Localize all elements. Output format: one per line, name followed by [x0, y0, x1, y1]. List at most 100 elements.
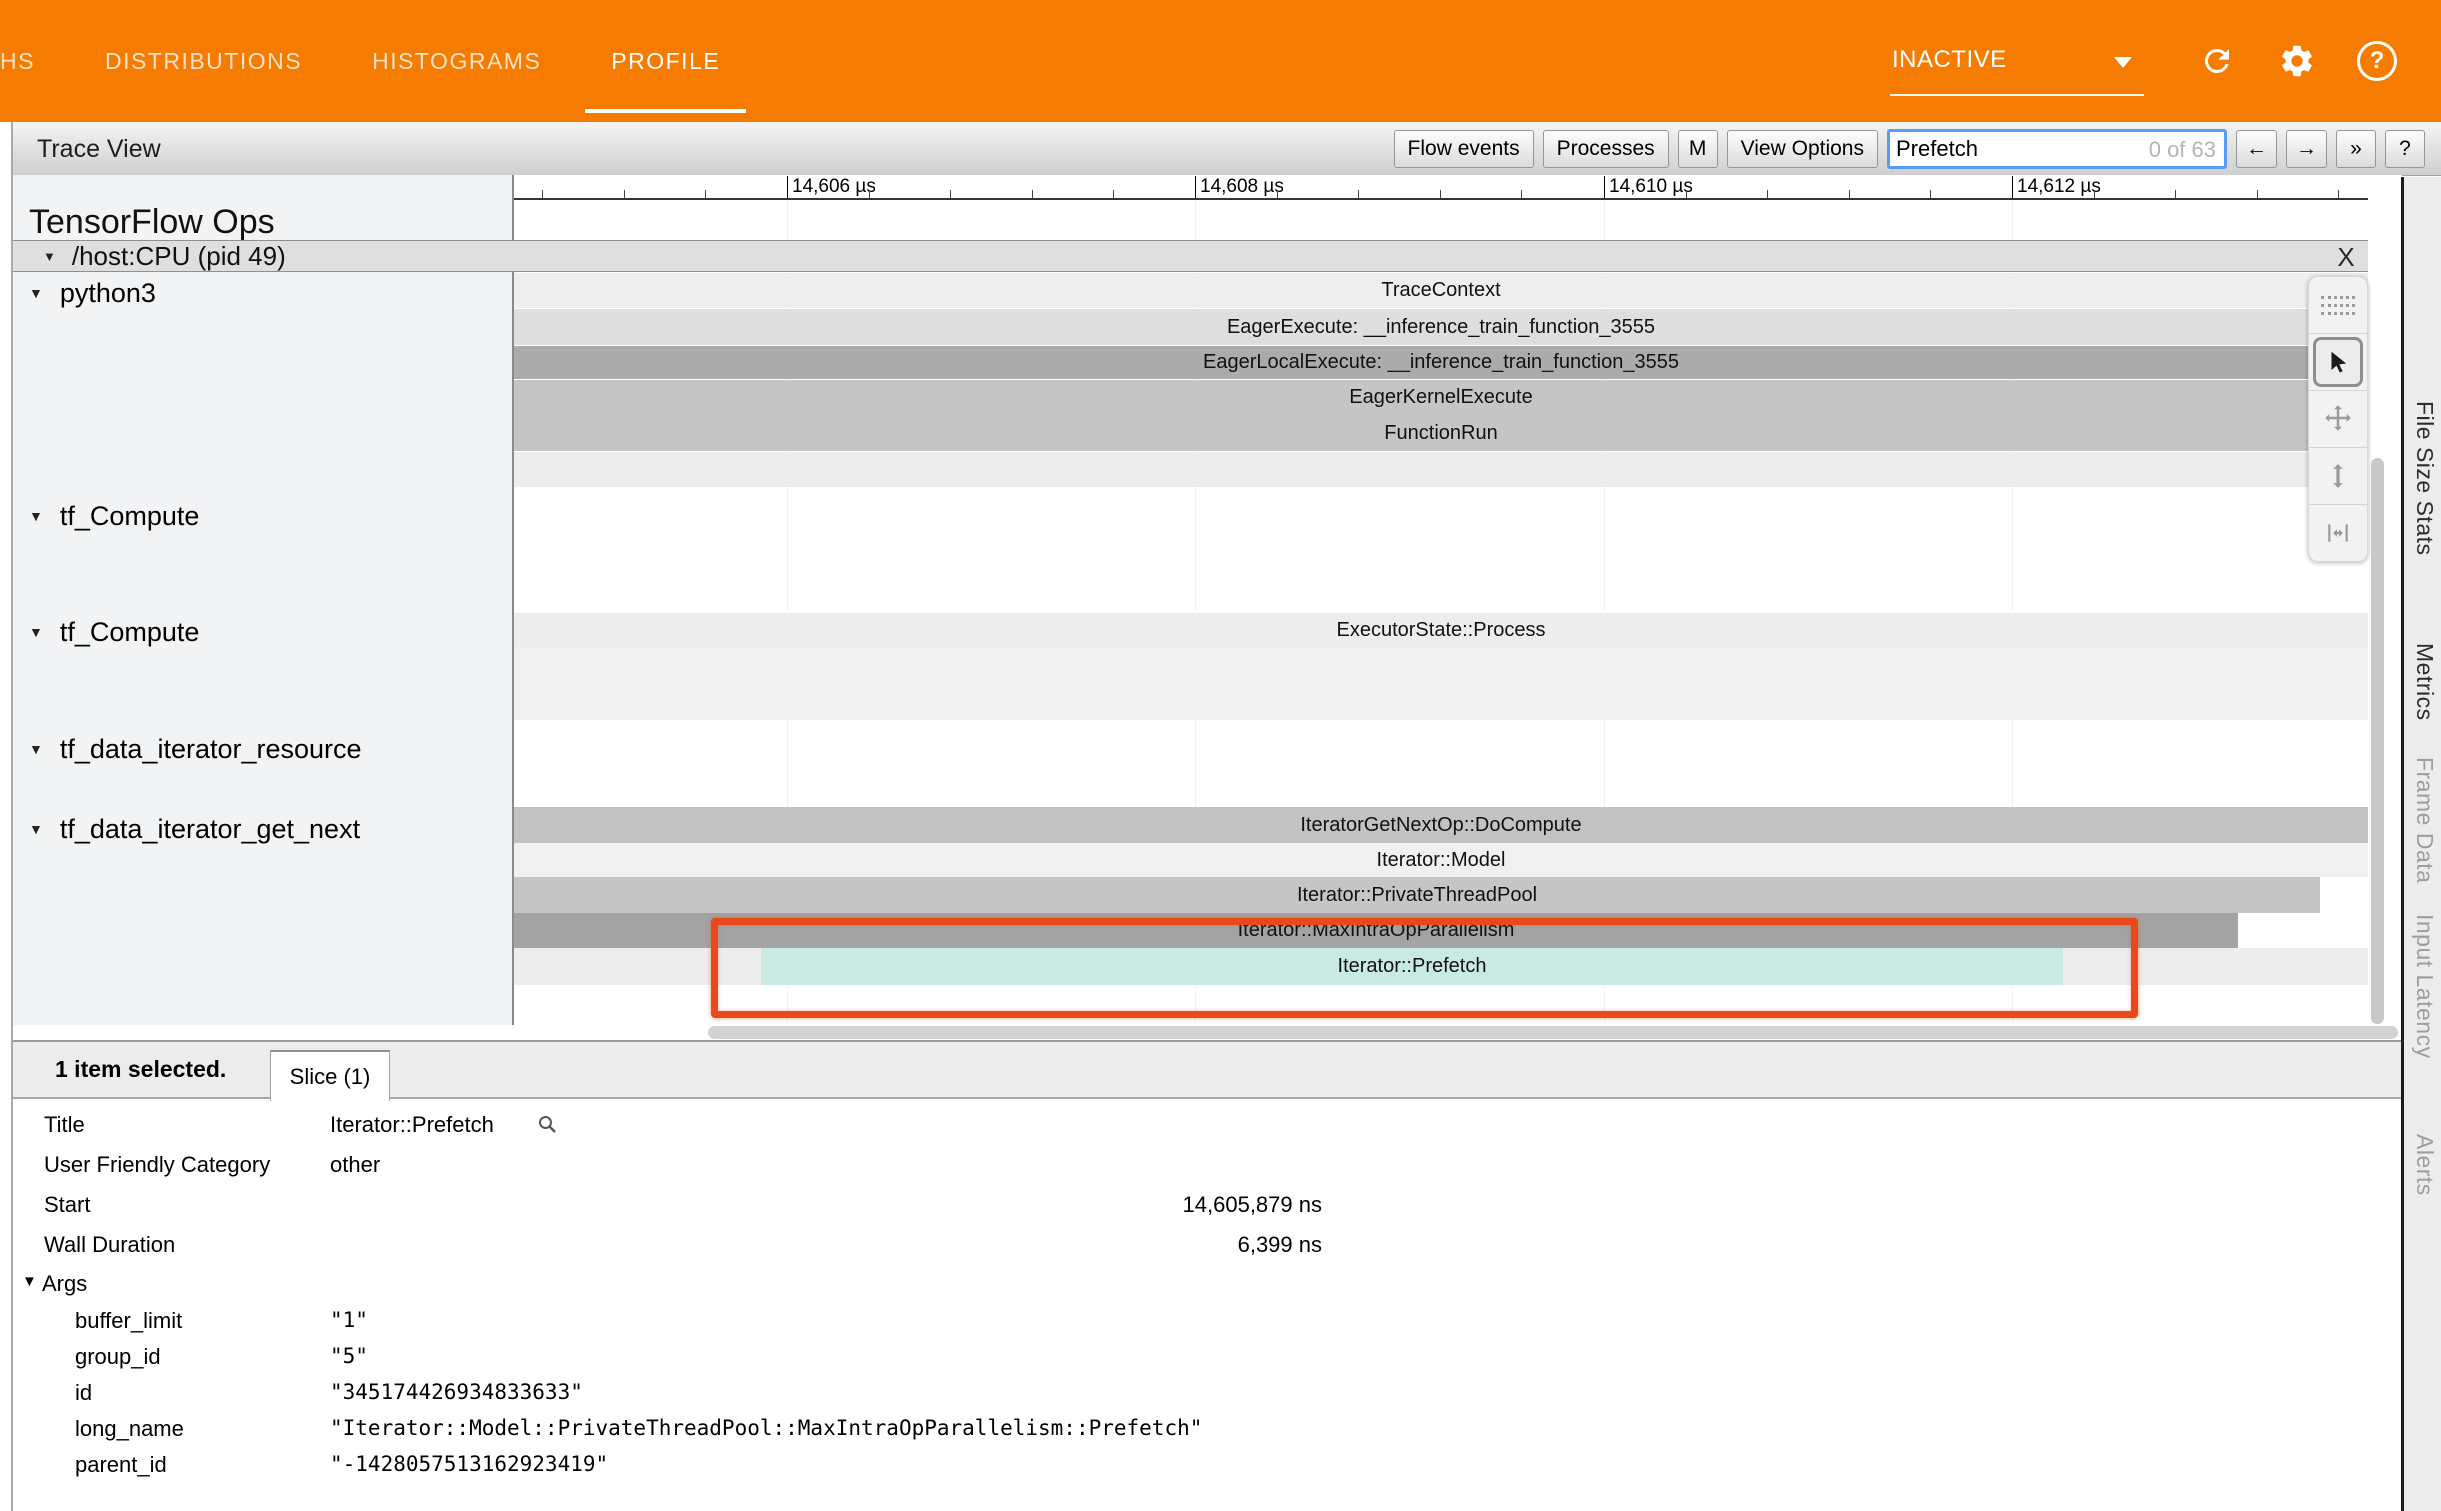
trace-view-toolbar: Trace View Flow eventsProcessesMView Opt… — [13, 122, 2441, 176]
tab-histograms[interactable]: HISTOGRAMS — [372, 0, 541, 122]
track-group-label: tf_data_iterator_resource — [60, 734, 362, 765]
cursor-arrow-icon — [2313, 337, 2363, 387]
run-selector[interactable]: INACTIVE — [1890, 0, 2146, 122]
ruler-minor-tick — [1686, 190, 1687, 198]
ruler-tick-label: 14,610 µs — [1609, 176, 1693, 198]
track-group-tf-compute[interactable]: ▼tf_Compute — [29, 497, 199, 535]
arg-key: group_id — [75, 1344, 161, 1370]
more-button[interactable]: » — [2336, 130, 2376, 168]
arg-key: long_name — [75, 1416, 184, 1442]
detail-label: Wall Duration — [44, 1232, 175, 1258]
ruler-tick-label: 14,608 µs — [1200, 176, 1284, 198]
trace-view-title: Trace View — [37, 135, 161, 164]
side-tab-alerts[interactable]: Alerts — [2411, 1134, 2438, 1196]
args-header[interactable]: ▼Args — [13, 1264, 2401, 1302]
ruler-minor-tick — [705, 190, 706, 198]
track-group-tf-compute[interactable]: ▼tf_Compute — [29, 613, 199, 651]
track-group-python3[interactable]: ▼python3 — [29, 274, 156, 312]
track-group-label: tf_data_iterator_get_next — [60, 814, 360, 845]
search-nav-buttons: ←→»? — [2236, 130, 2425, 168]
details-tab-bar: 1 item selected. Slice (1) — [13, 1042, 2401, 1099]
toolbar-buttons-row: Flow eventsProcessesMView Options 0 of 6… — [1394, 129, 2425, 169]
timing-mode-button[interactable] — [2309, 505, 2367, 561]
ruler-major-tick — [1604, 176, 1605, 198]
find-previous-button[interactable]: ← — [2236, 130, 2277, 168]
tool-drawer-handle[interactable] — [2309, 277, 2367, 334]
side-tab-input-latency[interactable]: Input Latency — [2411, 914, 2438, 1059]
ruler-minor-tick — [1521, 190, 1522, 198]
ruler-minor-tick — [2257, 190, 2258, 198]
trace-event-bar-iterator-privatethreadpool[interactable]: Iterator::PrivateThreadPool — [514, 877, 2320, 913]
detail-row-wall-duration: Wall Duration 6,399 ns — [13, 1224, 2401, 1264]
zoom-mode-button[interactable] — [2309, 448, 2367, 505]
trace-event-bar-eagerexecute-inference-train-function-3555[interactable]: EagerExecute: __inference_train_function… — [514, 309, 2368, 345]
horizontal-span-icon — [2323, 520, 2353, 546]
help-icon[interactable]: ? — [2356, 40, 2398, 82]
pan-mode-button[interactable] — [2309, 391, 2367, 448]
toolbar-button-flow-events[interactable]: Flow events — [1394, 130, 1534, 168]
trace-event-bar-iterator-model[interactable]: Iterator::Model — [514, 843, 2368, 877]
ruler-tick-label: 14,612 µs — [2017, 176, 2101, 198]
tab-hs[interactable]: HS — [0, 0, 35, 122]
ruler-minor-tick — [624, 190, 625, 198]
help-button[interactable]: ? — [2385, 130, 2425, 168]
collapse-triangle-icon: ▼ — [43, 249, 56, 264]
detail-label: Start — [44, 1192, 90, 1218]
vertical-arrows-icon — [2325, 461, 2351, 491]
collapse-triangle-icon: ▼ — [22, 1273, 37, 1290]
run-selector-value[interactable]: INACTIVE — [1892, 46, 2007, 74]
ruler-minor-tick — [1113, 190, 1114, 198]
gear-icon[interactable] — [2276, 40, 2318, 82]
trace-event-bar-executorstate-process[interactable]: ExecutorState::Process — [514, 613, 2368, 647]
track-group-tf-data-iterator-resource[interactable]: ▼tf_data_iterator_resource — [29, 730, 362, 768]
ruler-minor-tick — [1849, 190, 1850, 198]
find-next-button[interactable]: → — [2286, 130, 2327, 168]
search-input[interactable] — [1896, 134, 2136, 164]
ruler-minor-tick — [2338, 190, 2339, 198]
trace-event-bar-iteratorgetnextop-docompute[interactable]: IteratorGetNextOp::DoCompute — [514, 807, 2368, 843]
tensorflow-ops-label: TensorFlow Ops — [29, 200, 275, 244]
trace-event-bar-functionrun[interactable]: FunctionRun — [514, 415, 2368, 451]
side-tab-metrics[interactable]: Metrics — [2411, 643, 2438, 721]
track-group-tf-data-iterator-get-next[interactable]: ▼ tf_data_iterator_get_next — [29, 810, 360, 848]
magnifier-icon[interactable] — [536, 1113, 560, 1137]
trace-event-bar-eagerkernelexecute[interactable]: EagerKernelExecute — [514, 380, 2368, 415]
detail-value: 14,605,879 ns — [330, 1192, 1322, 1218]
arg-value: "345174426934833633" — [330, 1380, 583, 1404]
ruler-minor-tick — [1358, 190, 1359, 198]
detail-value: Iterator::Prefetch — [330, 1112, 560, 1138]
toolbar-button-processes[interactable]: Processes — [1543, 130, 1669, 168]
vertical-scrollbar-thumb[interactable] — [2371, 458, 2384, 1024]
side-tab-frame-data[interactable]: Frame Data — [2411, 757, 2438, 883]
close-device-button[interactable]: X — [2326, 241, 2366, 273]
detail-label: User Friendly Category — [44, 1152, 270, 1178]
tab-profile[interactable]: PROFILE — [611, 0, 720, 122]
ruler-minor-tick — [542, 190, 543, 198]
toolbar-button-view-options[interactable]: View Options — [1727, 130, 1878, 168]
refresh-icon[interactable] — [2196, 40, 2238, 82]
collapse-triangle-icon: ▼ — [29, 821, 43, 837]
select-mode-button[interactable] — [2309, 334, 2367, 391]
side-tab-file-size-stats[interactable]: File Size Stats — [2411, 401, 2438, 556]
tab-slice[interactable]: Slice (1) — [270, 1050, 390, 1101]
ruler-baseline — [514, 198, 2368, 200]
trace-event-bar-eagerlocalexecute-inference-train-function-3555[interactable]: EagerLocalExecute: __inference_train_fun… — [514, 346, 2368, 379]
ruler-tick-label: 14,606 µs — [792, 176, 876, 198]
detail-value: 6,399 ns — [330, 1232, 1322, 1258]
arg-row-parent-id: parent_id"-1428057513162923419" — [13, 1446, 2401, 1482]
search-result-count: 0 of 63 — [2149, 137, 2216, 163]
search-box[interactable]: 0 of 63 — [1887, 129, 2227, 169]
arg-row-buffer-limit: buffer_limit"1" — [13, 1302, 2401, 1338]
tab-distributions[interactable]: DISTRIBUTIONS — [105, 0, 302, 122]
track-group-label: tf_Compute — [60, 501, 200, 532]
selection-summary: 1 item selected. — [55, 1056, 226, 1083]
toolbar-button-m[interactable]: M — [1678, 130, 1718, 168]
ruler-major-tick — [2012, 176, 2013, 198]
horizontal-scrollbar-thumb[interactable] — [708, 1026, 2398, 1039]
device-header-row[interactable]: ▼ /host:CPU (pid 49) — [13, 240, 2368, 272]
ruler-minor-tick — [1440, 190, 1441, 198]
ruler-minor-tick — [1032, 190, 1033, 198]
ruler-minor-tick — [950, 190, 951, 198]
trace-event-bar-tracecontext[interactable]: TraceContext — [514, 273, 2368, 308]
detail-value: other — [330, 1152, 380, 1178]
